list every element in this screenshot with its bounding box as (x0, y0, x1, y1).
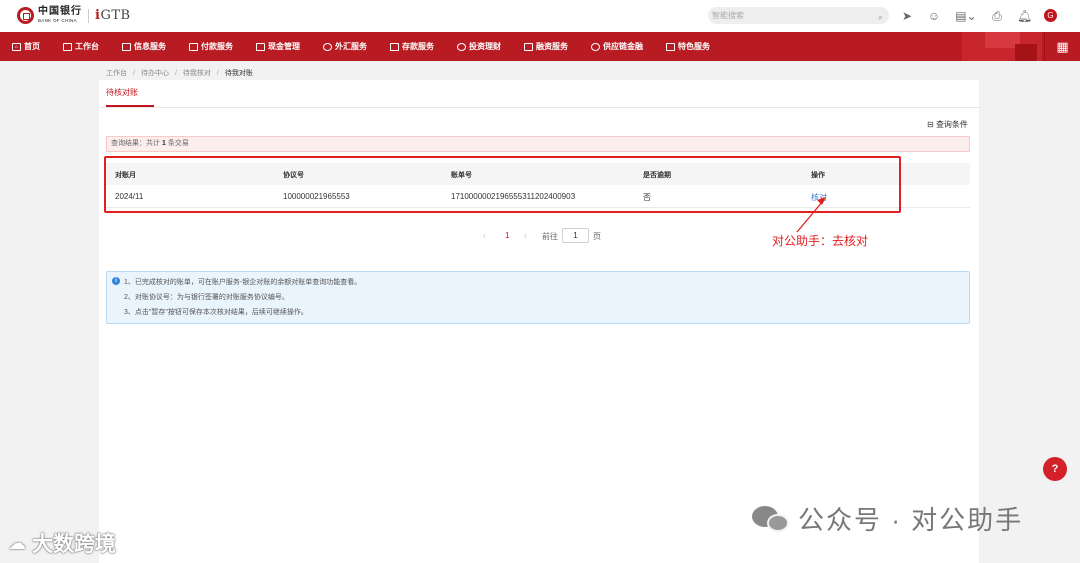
supply-chain-icon (591, 42, 600, 51)
deposit-icon (390, 42, 399, 51)
breadcrumb-item[interactable]: 待办中心 (141, 70, 169, 77)
info-notice: i 1、已完成核对的账单，可在账户服务-银企对账的余额对账单查询功能查看。 2、… (106, 271, 970, 324)
workbench-icon (63, 42, 72, 51)
info-line: 1、已完成核对的账单，可在账户服务-银企对账的余额对账单查询功能查看。 (124, 279, 362, 286)
featured-icon (666, 42, 675, 51)
prev-page-icon[interactable]: ‹ (483, 231, 486, 240)
nav-item-cash-management[interactable]: 现金管理 (256, 41, 300, 52)
nav-item-investment[interactable]: 投资理财 (457, 41, 501, 52)
breadcrumb-current: 待我对账 (224, 70, 253, 77)
top-bar: 中国银行 BANK OF CHINA iGTB 智能搜索 ⌕ ➤ ☺ ▤⌄ ⎙ … (0, 0, 1080, 32)
page-unit-label: 页 (593, 232, 601, 241)
language-switch-icon[interactable]: ▤⌄ (955, 9, 977, 23)
nav-item-deposit-services[interactable]: 存款服务 (390, 41, 434, 52)
goto-page-input[interactable]: 1 (562, 228, 589, 243)
cloud-icon: ☁ (8, 532, 26, 553)
tab-divider (99, 107, 979, 108)
support-icon[interactable]: ☺ (927, 9, 941, 23)
avatar[interactable]: G (1044, 9, 1057, 22)
investment-icon (457, 42, 466, 51)
info-line: 2、对账协议号：为与银行签署的对账服务协议编号。 (124, 294, 289, 301)
query-conditions-button[interactable]: ⊟ 查询条件 (927, 119, 968, 130)
annotation-label: 对公助手：去核对 (772, 234, 869, 248)
goto-label: 前往 (542, 232, 558, 241)
logo-english-name: BANK OF CHINA (38, 18, 77, 24)
breadcrumb: 工作台 / 待办中心 / 待我核对 / 待我对账 (106, 70, 253, 77)
forex-icon (323, 42, 332, 51)
home-icon: ⌂ (12, 42, 21, 51)
info-line: 3、点击"暂存"按钮可保存本次核对结果，后续可继续操作。 (124, 309, 308, 316)
nav-item-supply-chain-finance[interactable]: 供应链金融 (591, 41, 643, 52)
nav-item-workbench[interactable]: 工作台 (63, 41, 99, 52)
smart-search-input[interactable]: 智能搜索 ⌕ (708, 7, 889, 24)
info-icon (122, 42, 131, 51)
filter-icon: ⊟ (927, 120, 934, 129)
annotation-highlight-box (104, 156, 901, 213)
payment-icon (189, 42, 198, 51)
nav-item-featured-services[interactable]: 特色服务 (666, 41, 710, 52)
bank-logo[interactable]: 中国银行 BANK OF CHINA iGTB (17, 7, 131, 24)
next-page-icon[interactable]: › (524, 231, 527, 240)
query-conditions-label: 查询条件 (935, 120, 968, 129)
brand-watermark: ☁ 大数跨境 (8, 532, 116, 557)
nav-item-financing-services[interactable]: 融资服务 (524, 41, 568, 52)
tab-pending-reconciliation[interactable]: 待核对账 (106, 87, 138, 98)
nav-item-payment-services[interactable]: 付款服务 (189, 41, 233, 52)
app-grid-icon[interactable]: ▦ (1044, 32, 1080, 61)
boc-logo-icon (17, 7, 34, 24)
search-placeholder: 智能搜索 (712, 11, 744, 20)
wechat-icon (752, 504, 790, 534)
nav-decoration (1015, 44, 1037, 61)
result-count: 1 (162, 140, 166, 147)
help-button[interactable]: ? (1043, 457, 1067, 481)
result-summary: 查询结果：共计 1 条交易 (106, 136, 970, 152)
logo-chinese-name: 中国银行 (38, 6, 82, 18)
nav-item-home[interactable]: ⌂ 首页 (12, 41, 40, 52)
logo-divider (88, 8, 89, 23)
info-icon: i (112, 277, 120, 285)
page-number[interactable]: 1 (505, 231, 509, 240)
send-icon[interactable]: ➤ (900, 9, 914, 23)
breadcrumb-item[interactable]: 待我核对 (183, 70, 211, 77)
bell-icon[interactable]: 🔔︎ (1017, 9, 1032, 23)
cash-icon (256, 42, 265, 51)
financing-icon (524, 42, 533, 51)
print-icon[interactable]: ⎙ (990, 9, 1004, 23)
wechat-watermark: 公众号 · 对公助手 (752, 500, 1023, 537)
breadcrumb-item[interactable]: 工作台 (106, 70, 127, 77)
nav-item-forex-services[interactable]: 外汇服务 (323, 41, 367, 52)
gtb-logo: iGTB (95, 8, 131, 23)
main-nav: ⌂ 首页 工作台 信息服务 付款服务 现金管理 外汇服务 存款服务 投资理财 融资… (0, 32, 1080, 61)
search-icon[interactable]: ⌕ (878, 9, 883, 26)
nav-item-info-services[interactable]: 信息服务 (122, 41, 166, 52)
